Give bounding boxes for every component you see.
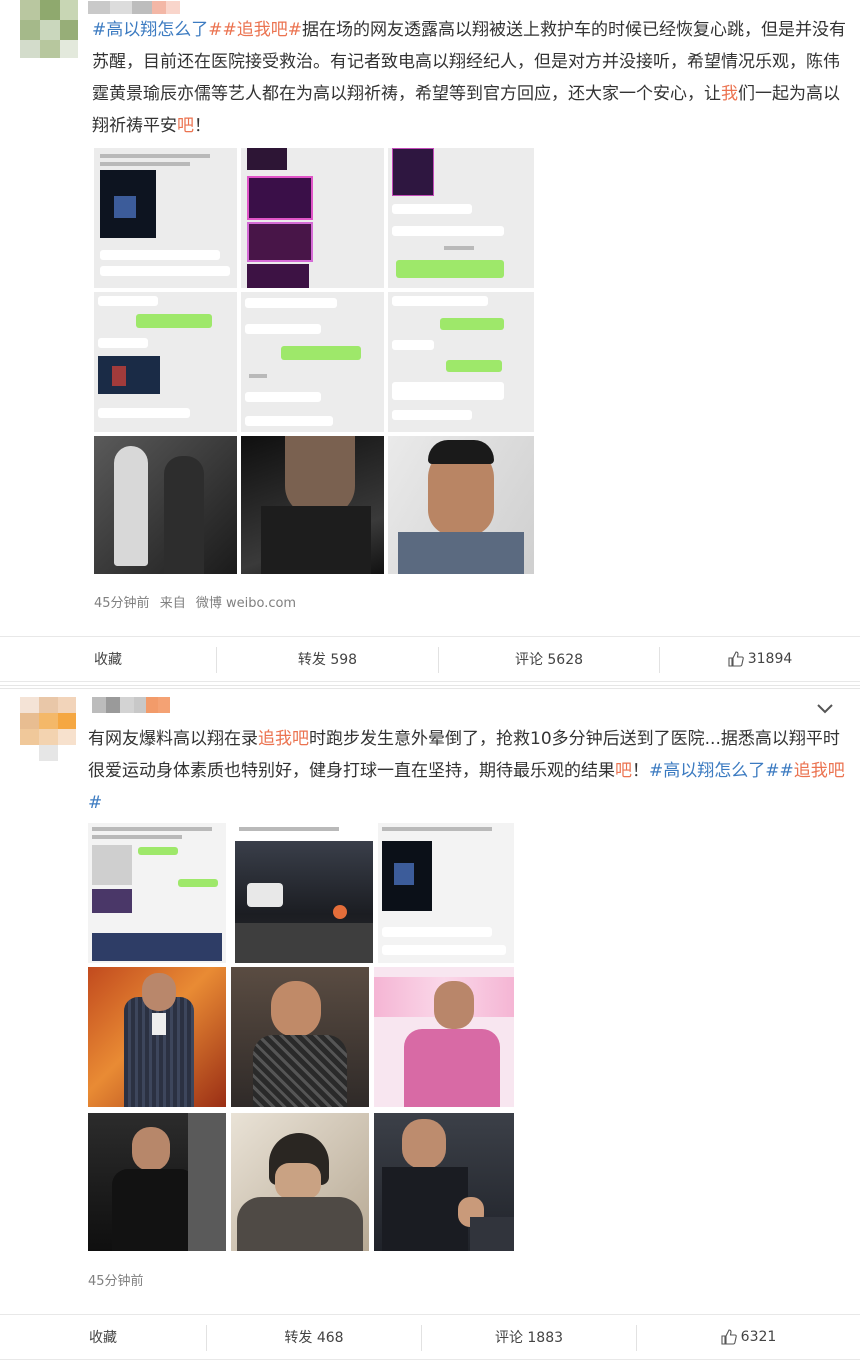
post-text: 有网友爆料高以翔在录追我吧时跑步发生意外晕倒了，抢救10多分钟后送到了医院...…: [88, 729, 845, 813]
image-grid: [88, 823, 514, 1251]
avatar[interactable]: [20, 697, 76, 761]
source-label: 来自: [159, 596, 186, 611]
like-button[interactable]: 31894: [660, 637, 860, 681]
hashtag-topic-link[interactable]: #高以翔怎么了: [92, 20, 208, 40]
image-thumbnail[interactable]: [88, 967, 226, 1107]
hashtag-topic-link[interactable]: #高以翔怎么了: [649, 761, 765, 781]
image-thumbnail[interactable]: [388, 292, 534, 432]
weibo-post-1: #高以翔怎么了##追我吧#据在场的网友透露高以翔被送上救护车的时候已经恢复心跳，…: [0, 0, 860, 686]
image-thumbnail[interactable]: [388, 148, 534, 288]
image-thumbnail[interactable]: [378, 823, 514, 963]
collect-button[interactable]: 收藏: [0, 637, 216, 681]
post-meta: 45分钟前: [88, 1270, 150, 1289]
weibo-post-2: 有网友爆料高以翔在录追我吧时跑步发生意外晕倒了，抢救10多分钟后送到了医院...…: [0, 688, 860, 1364]
username[interactable]: [92, 697, 170, 713]
username[interactable]: [88, 0, 180, 14]
action-bar: 收藏 转发 468 评论 1883 6321: [0, 1314, 860, 1360]
image-thumbnail[interactable]: [88, 823, 226, 963]
image-thumbnail[interactable]: [374, 1113, 514, 1251]
avatar[interactable]: [20, 0, 78, 58]
repost-button[interactable]: 转发 468: [207, 1315, 421, 1359]
image-thumbnail[interactable]: [94, 436, 237, 574]
post-meta: 45分钟前 来自 微博 weibo.com: [94, 592, 302, 611]
repost-button[interactable]: 转发 598: [217, 637, 438, 681]
image-thumbnail[interactable]: [374, 967, 514, 1107]
image-thumbnail[interactable]: [94, 148, 237, 288]
comment-button[interactable]: 评论 1883: [422, 1315, 636, 1359]
action-bar: 收藏 转发 598 评论 5628 31894: [0, 636, 860, 682]
image-thumbnail[interactable]: [88, 1113, 226, 1251]
comment-button[interactable]: 评论 5628: [439, 637, 659, 681]
thumbs-up-icon: [728, 651, 744, 667]
image-thumbnail[interactable]: [231, 1113, 369, 1251]
chevron-down-icon[interactable]: [816, 703, 834, 715]
hashtag-tag-link[interactable]: 追我吧: [258, 729, 309, 749]
image-thumbnail[interactable]: [235, 823, 373, 963]
image-thumbnail[interactable]: [241, 292, 384, 432]
image-thumbnail[interactable]: [231, 967, 369, 1107]
image-thumbnail[interactable]: [241, 148, 384, 288]
image-thumbnail[interactable]: [388, 436, 534, 574]
post-text: #高以翔怎么了##追我吧#据在场的网友透露高以翔被送上救护车的时候已经恢复心跳，…: [92, 20, 846, 136]
source-link[interactable]: 微博 weibo.com: [196, 596, 296, 611]
like-button[interactable]: 6321: [637, 1315, 860, 1359]
image-thumbnail[interactable]: [241, 436, 384, 574]
thumbs-up-icon: [721, 1329, 737, 1345]
highlight-keyword: 吧: [615, 761, 632, 781]
post-time[interactable]: 45分钟前: [88, 1274, 144, 1289]
collect-button[interactable]: 收藏: [0, 1315, 206, 1359]
hashtag-tag-link[interactable]: ##追我吧#: [208, 20, 302, 40]
image-thumbnail[interactable]: [94, 292, 237, 432]
post-time[interactable]: 45分钟前: [94, 596, 150, 611]
highlight-keyword: 吧: [177, 116, 194, 136]
image-grid: [94, 148, 534, 574]
highlight-keyword: 我: [721, 84, 738, 104]
